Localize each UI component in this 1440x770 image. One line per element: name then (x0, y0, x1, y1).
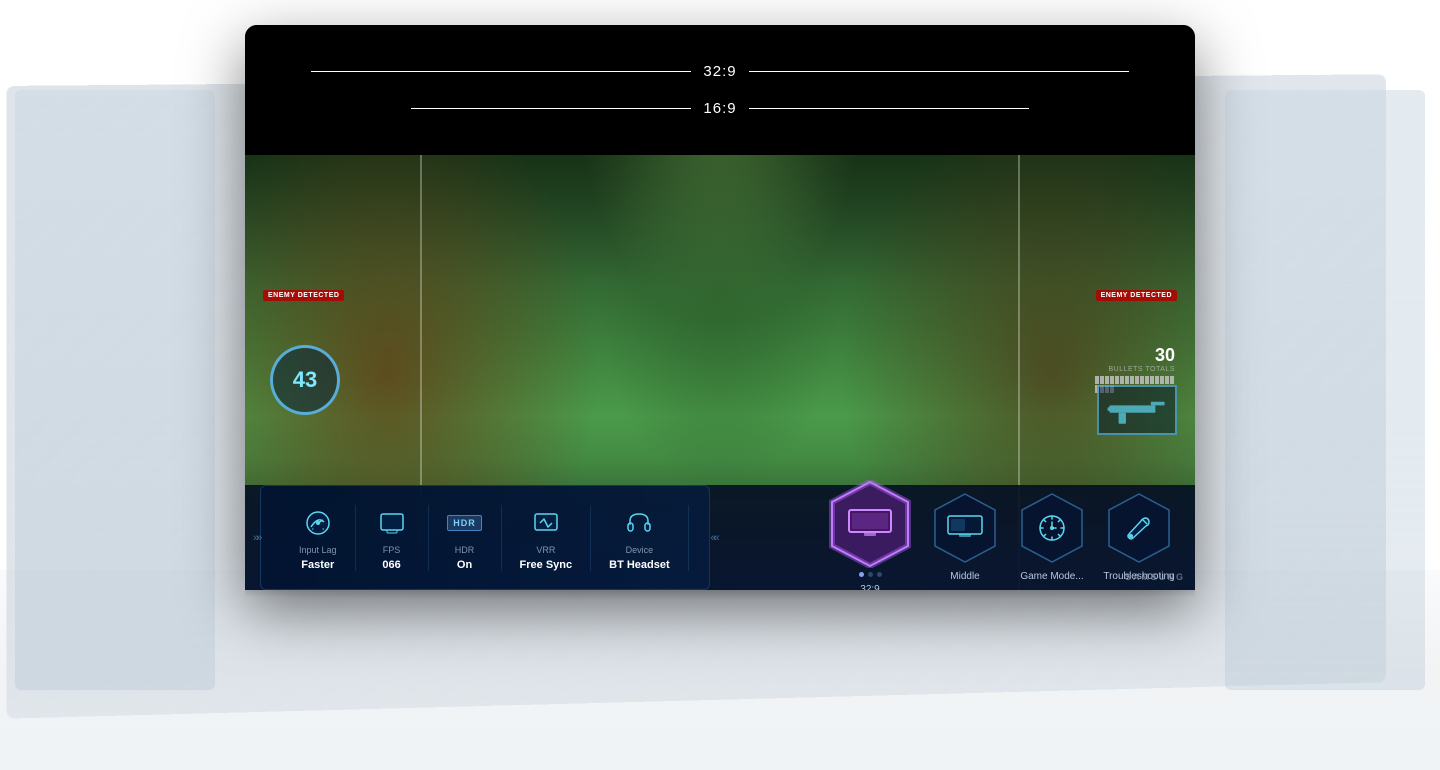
device-value: BT Headset (609, 559, 670, 571)
glass-panel-right (1225, 90, 1425, 690)
device-label: Device (626, 545, 654, 555)
hex-item-troubleshooting[interactable]: Troubleshooting (1103, 492, 1175, 583)
fps-value: 43 (293, 367, 317, 393)
hex-32-9-label: 32:9 (860, 583, 879, 591)
vrr-label: VRR (536, 545, 555, 555)
hdr-label: HDR (455, 545, 475, 555)
stat-hdr[interactable]: HDR HDR On (429, 505, 502, 571)
stat-input-lag[interactable]: Input Lag Faster (281, 505, 356, 571)
enemy-detected-left: ENEMY DETECTED (263, 290, 344, 301)
hex-troubleshooting-shape (1103, 492, 1175, 564)
game-background: 43 ENEMY DETECTED ENEMY DETECTED 30 BULL… (245, 155, 1195, 590)
scene-wrapper: 32:9 16:9 43 ENEMY (0, 0, 1440, 770)
samsung-logo: SAMSUNG (1125, 572, 1185, 582)
glass-panel-left (15, 90, 215, 690)
input-lag-label: Input Lag (299, 545, 337, 555)
hex-item-middle[interactable]: Middle (929, 492, 1001, 583)
ground-reflection (0, 570, 1440, 770)
stat-device[interactable]: Device BT Headset (591, 505, 689, 571)
aspect-16-9-label: 16:9 (703, 100, 736, 117)
vrr-value: Free Sync (520, 559, 573, 571)
speedometer-icon (300, 505, 336, 541)
aspect-32-9-label: 32:9 (703, 63, 736, 80)
hdr-icon: HDR (447, 505, 483, 541)
hex-game-mode-label: Game Mode... (1020, 570, 1083, 583)
game-bar: »» (245, 485, 1195, 590)
fps-icon (374, 505, 410, 541)
fps-stat-label: FPS (383, 545, 401, 555)
bullets-label: BULLETS TOTALS (1095, 366, 1175, 373)
deco-arrows-right: «« (710, 532, 716, 544)
hex-middle-label: Middle (950, 570, 979, 583)
hex-item-32-9[interactable]: 32:9 (826, 480, 914, 591)
hex-middle-shape (929, 492, 1001, 564)
stat-vrr[interactable]: VRR Free Sync (502, 505, 592, 571)
input-lag-value: Faster (301, 559, 334, 571)
vrr-icon (528, 505, 564, 541)
enemy-detected-right: ENEMY DETECTED (1096, 290, 1177, 301)
tv-frame: 32:9 16:9 43 ENEMY (245, 25, 1195, 590)
aspect-32-9-line: 32:9 (311, 63, 1128, 80)
game-screen: 43 ENEMY DETECTED ENEMY DETECTED 30 BULL… (245, 155, 1195, 590)
aspect-16-9-line: 16:9 (411, 100, 1028, 117)
hex-32-9-shape (826, 480, 914, 568)
fps-counter: 43 (270, 345, 340, 415)
hdr-badge: HDR (447, 515, 482, 531)
aspect-ratio-area: 32:9 16:9 (245, 25, 1195, 155)
stats-panel: »» (260, 485, 710, 590)
headset-icon (621, 505, 657, 541)
bullets-count: 30 (1095, 345, 1175, 366)
weapon-display (1097, 385, 1177, 435)
hex-32-9-dots (859, 572, 882, 577)
hex-panel: 32:9 (710, 480, 1195, 591)
deco-arrows-left: »» (253, 532, 259, 544)
hex-item-game-mode[interactable]: Game Mode... (1016, 492, 1088, 583)
hdr-value: On (457, 559, 472, 571)
hex-game-mode-shape (1016, 492, 1088, 564)
fps-stat-value: 066 (382, 559, 400, 571)
stat-fps[interactable]: FPS 066 (356, 505, 429, 571)
